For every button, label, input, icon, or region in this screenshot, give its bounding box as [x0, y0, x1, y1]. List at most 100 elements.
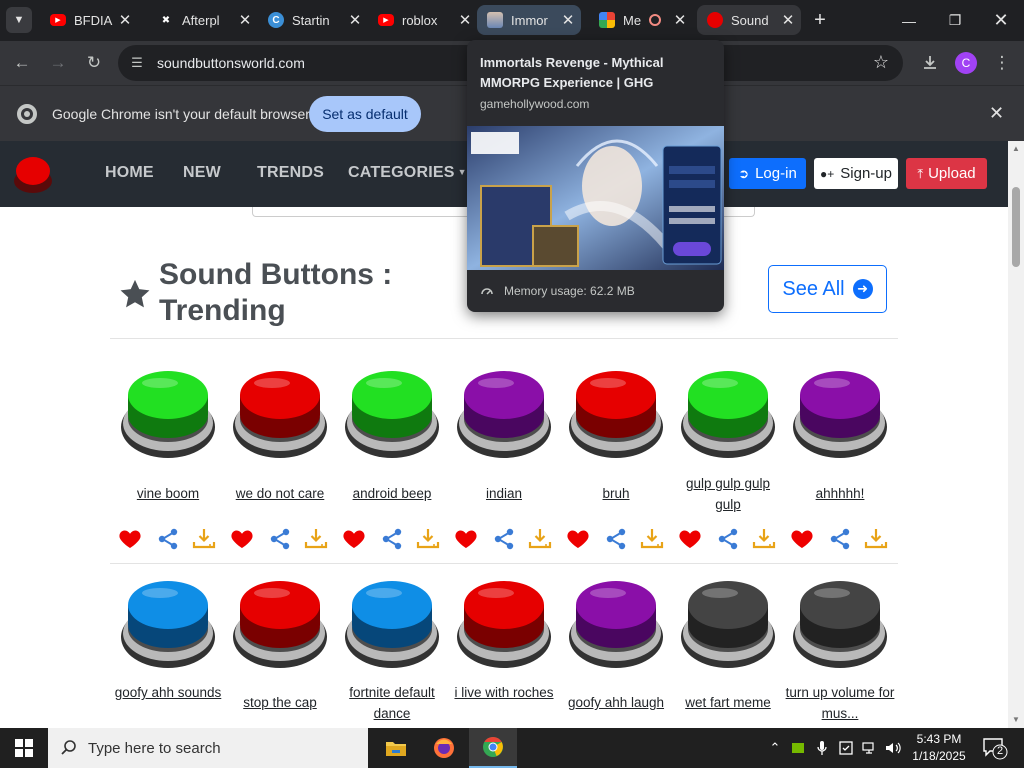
- share-icon[interactable]: [716, 527, 740, 551]
- sound-button-label[interactable]: stop the cap: [224, 692, 336, 713]
- close-tab-icon[interactable]: ✕: [671, 11, 689, 29]
- sound-button-label[interactable]: wet fart meme: [672, 692, 784, 713]
- see-all-label: See All: [782, 277, 845, 300]
- like-heart-icon[interactable]: [678, 527, 702, 551]
- reload-button[interactable]: ↻: [81, 50, 107, 76]
- tray-show-hidden-icon[interactable]: ⌃: [764, 728, 786, 768]
- scroll-up-icon[interactable]: ▲: [1011, 144, 1021, 154]
- share-icon[interactable]: [268, 527, 292, 551]
- infobar-close-icon[interactable]: ✕: [989, 103, 1004, 124]
- sound-button-label[interactable]: turn up volume for mus...: [784, 682, 896, 724]
- like-heart-icon[interactable]: [118, 527, 142, 551]
- download-icon[interactable]: [864, 527, 888, 551]
- download-icon[interactable]: [528, 527, 552, 551]
- sound-button-card: bruh: [560, 367, 672, 557]
- see-all-button[interactable]: See All ➜: [768, 265, 887, 313]
- sound-button-card: we do not care: [224, 367, 336, 557]
- new-tab-button[interactable]: +: [809, 9, 831, 31]
- close-tab-icon[interactable]: ✕: [116, 11, 134, 29]
- tab-title: BFDIA: [74, 12, 113, 28]
- close-tab-icon[interactable]: ✕: [346, 11, 364, 29]
- tray-network-icon[interactable]: [860, 728, 880, 768]
- site-logo[interactable]: [14, 155, 52, 193]
- section-title: Sound Buttons : Trending: [159, 258, 393, 327]
- sound-button-label[interactable]: goofy ahh sounds: [112, 682, 224, 703]
- tab-startin[interactable]: C Startin ✕: [258, 5, 368, 35]
- login-button[interactable]: ➲ Log-in: [729, 158, 806, 189]
- sound-button-label[interactable]: goofy ahh laugh: [560, 692, 672, 713]
- upload-button[interactable]: ⤒ Upload: [906, 158, 987, 189]
- sound-button-label[interactable]: i live with roches: [448, 682, 560, 703]
- sound-button-label[interactable]: vine boom: [112, 483, 224, 504]
- like-heart-icon[interactable]: [454, 527, 478, 551]
- profile-avatar[interactable]: C: [955, 52, 977, 74]
- signup-button[interactable]: ●+ Sign-up: [814, 158, 898, 189]
- url-text[interactable]: soundbuttonsworld.com: [157, 55, 305, 71]
- close-tab-icon[interactable]: ✕: [456, 11, 474, 29]
- nav-trends[interactable]: TRENDS: [257, 164, 324, 182]
- download-icon[interactable]: [752, 527, 776, 551]
- scroll-thumb[interactable]: [1012, 187, 1020, 267]
- like-heart-icon[interactable]: [566, 527, 590, 551]
- cloud-c-icon: C: [268, 12, 284, 28]
- tab-afterpl[interactable]: ✖ Afterpl ✕: [148, 5, 258, 35]
- tray-nvidia-icon[interactable]: [788, 728, 808, 768]
- chrome-icon: [483, 736, 503, 757]
- close-tab-icon[interactable]: ✕: [559, 11, 577, 29]
- close-tab-icon[interactable]: ✕: [779, 11, 797, 29]
- close-tab-icon[interactable]: ✕: [236, 11, 254, 29]
- downloads-button[interactable]: [917, 50, 943, 76]
- taskbar-chrome[interactable]: [469, 728, 517, 768]
- divider: [110, 338, 898, 339]
- page-scrollbar[interactable]: ▲ ▼: [1008, 141, 1024, 728]
- share-icon[interactable]: [156, 527, 180, 551]
- tab-search-button[interactable]: ▼: [6, 7, 32, 33]
- tab-immor[interactable]: Immor ✕: [477, 5, 581, 35]
- tray-security-icon[interactable]: [836, 728, 856, 768]
- maximize-button[interactable]: ❐: [932, 0, 978, 41]
- share-icon[interactable]: [604, 527, 628, 551]
- download-icon[interactable]: [640, 527, 664, 551]
- site-info-icon[interactable]: ☰: [128, 54, 146, 72]
- sound-button-label[interactable]: android beep: [336, 483, 448, 504]
- chevron-down-icon: ▼: [13, 14, 25, 26]
- back-button[interactable]: ←: [9, 50, 35, 76]
- sound-button-label[interactable]: ahhhhh!: [784, 483, 896, 504]
- set-as-default-button[interactable]: Set as default: [309, 96, 421, 132]
- download-icon[interactable]: [192, 527, 216, 551]
- sound-button-label[interactable]: bruh: [560, 483, 672, 504]
- chrome-menu-button[interactable]: ⋮: [989, 50, 1015, 76]
- like-heart-icon[interactable]: [230, 527, 254, 551]
- notification-center-button[interactable]: 2: [982, 736, 1008, 760]
- taskbar-search-box[interactable]: Type here to search: [48, 728, 368, 768]
- close-window-button[interactable]: ✕: [978, 0, 1024, 41]
- bookmark-star-icon[interactable]: ☆: [873, 52, 889, 73]
- like-heart-icon[interactable]: [342, 527, 366, 551]
- tray-microphone-icon[interactable]: [812, 728, 832, 768]
- tab-me[interactable]: Me ✕: [589, 5, 693, 35]
- share-icon[interactable]: [828, 527, 852, 551]
- scroll-down-icon[interactable]: ▼: [1011, 715, 1021, 725]
- download-icon[interactable]: [416, 527, 440, 551]
- download-icon[interactable]: [304, 527, 328, 551]
- tray-volume-icon[interactable]: [883, 728, 905, 768]
- sound-button-label[interactable]: gulp gulp gulp gulp: [672, 473, 784, 515]
- tab-bfdia[interactable]: ▶ BFDIA ✕: [40, 5, 138, 35]
- tab-roblox[interactable]: ▶ roblox ✕: [368, 5, 478, 35]
- share-icon[interactable]: [380, 527, 404, 551]
- nav-categories[interactable]: CATEGORIES ▼: [348, 164, 467, 182]
- like-heart-icon[interactable]: [790, 527, 814, 551]
- taskbar-firefox[interactable]: [420, 728, 468, 768]
- sound-button-label[interactable]: we do not care: [224, 483, 336, 504]
- share-icon[interactable]: [492, 527, 516, 551]
- taskbar-file-explorer[interactable]: [372, 728, 420, 768]
- minimize-button[interactable]: —: [886, 0, 932, 41]
- nav-new[interactable]: NEW: [183, 164, 221, 182]
- taskbar-clock[interactable]: 5:43 PM 1/18/2025: [904, 731, 974, 765]
- sound-button-label[interactable]: fortnite default dance: [336, 682, 448, 724]
- forward-button[interactable]: →: [45, 50, 71, 76]
- start-button[interactable]: [0, 728, 48, 768]
- tab-sound[interactable]: Sound ✕: [697, 5, 801, 35]
- nav-home[interactable]: HOME: [105, 164, 154, 182]
- sound-button-label[interactable]: indian: [448, 483, 560, 504]
